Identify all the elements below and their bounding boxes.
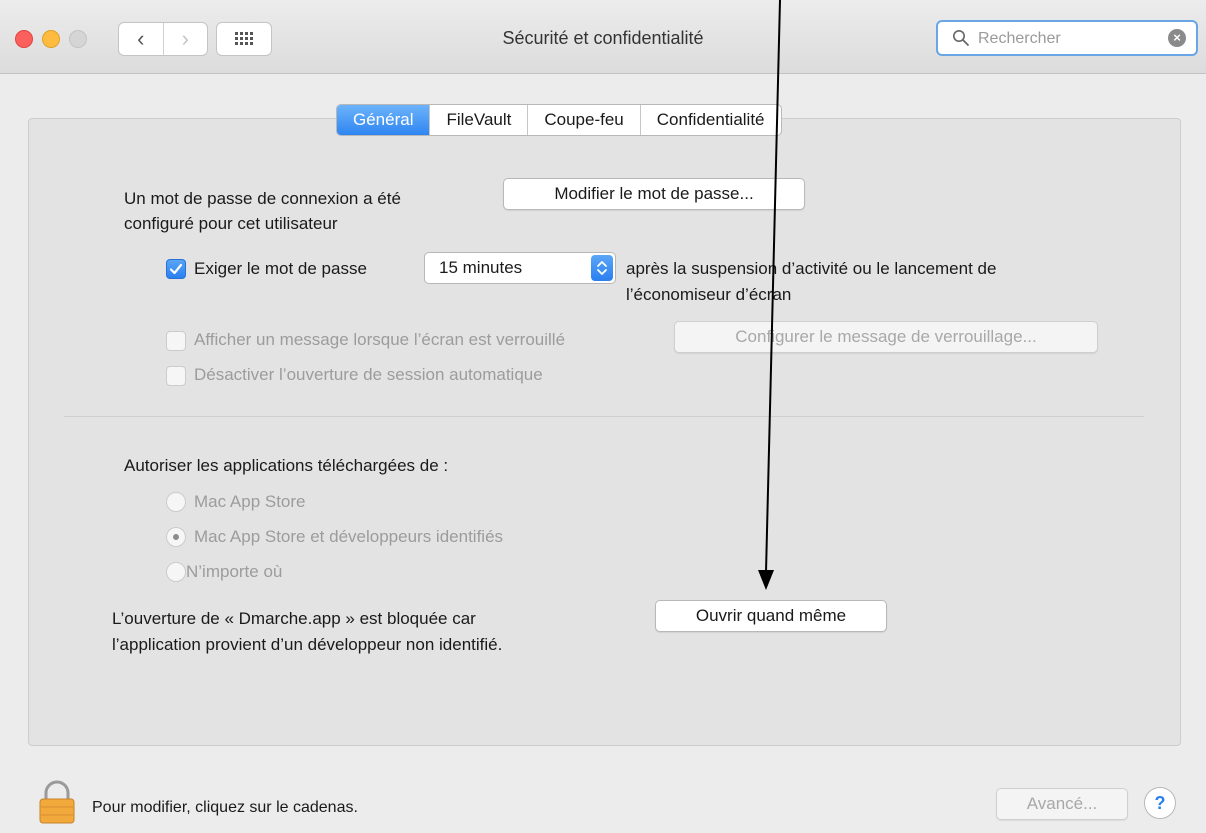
radio-mac-app-store-label: Mac App Store xyxy=(194,492,306,511)
search-input[interactable] xyxy=(978,28,1158,50)
radio-identified-developers[interactable] xyxy=(166,527,186,547)
advanced-button[interactable]: Avancé... xyxy=(996,788,1128,820)
tab-bar: Général FileVault Coupe-feu Confidential… xyxy=(336,104,782,136)
show-message-label: Afficher un message lorsque l’écran est … xyxy=(194,330,566,349)
radio-anywhere[interactable] xyxy=(166,562,186,582)
after-suspension-text-line1: après la suspension d’activité ou le lan… xyxy=(626,259,997,278)
password-delay-select[interactable]: 15 minutes xyxy=(424,252,616,284)
preferences-window: ‹ › Sécurité et confidentialité × xyxy=(0,0,1206,833)
clear-search-icon[interactable]: × xyxy=(1168,29,1186,47)
password-set-text-line1: Un mot de passe de connexion a été xyxy=(124,189,401,208)
allow-apps-heading: Autoriser les applications téléchargées … xyxy=(124,456,449,475)
radio-selected-dot xyxy=(173,534,179,540)
require-password-label: Exiger le mot de passe xyxy=(194,259,367,278)
title-bar: ‹ › Sécurité et confidentialité × xyxy=(0,0,1206,74)
tab-general[interactable]: Général xyxy=(337,105,430,135)
tab-filevault[interactable]: FileVault xyxy=(429,105,527,135)
radio-mac-app-store[interactable] xyxy=(166,492,186,512)
search-field[interactable]: × xyxy=(936,20,1198,56)
show-message-checkbox[interactable] xyxy=(166,331,186,351)
blocked-app-text-line1: L’ouverture de « Dmarche.app » est bloqu… xyxy=(112,609,476,628)
updown-chevron-icon xyxy=(591,255,613,281)
require-password-checkbox[interactable] xyxy=(166,259,186,279)
disable-auto-login-checkbox[interactable] xyxy=(166,366,186,386)
change-password-button[interactable]: Modifier le mot de passe... xyxy=(503,178,805,210)
radio-identified-developers-label: Mac App Store et développeurs identifiés xyxy=(194,527,504,546)
blocked-app-text-line2: l’application provient d’un développeur … xyxy=(112,635,503,654)
radio-anywhere-label: N’importe où xyxy=(186,562,283,581)
password-set-text-line2: configuré pour cet utilisateur xyxy=(124,214,338,233)
after-suspension-text-line2: l’économiseur d’écran xyxy=(626,285,792,304)
section-divider xyxy=(64,416,1144,417)
checkmark-icon xyxy=(169,263,183,275)
tab-privacy[interactable]: Confidentialité xyxy=(639,105,781,135)
search-icon xyxy=(953,30,969,46)
lock-icon[interactable] xyxy=(38,780,76,824)
lock-hint-text: Pour modifier, cliquez sur le cadenas. xyxy=(92,799,358,816)
help-button[interactable]: ? xyxy=(1144,787,1176,819)
set-lock-message-button[interactable]: Configurer le message de verrouillage... xyxy=(674,321,1098,353)
open-anyway-button[interactable]: Ouvrir quand même xyxy=(655,600,887,632)
tab-firewall[interactable]: Coupe-feu xyxy=(527,105,639,135)
disable-auto-login-label: Désactiver l’ouverture de session automa… xyxy=(194,365,543,384)
password-delay-value: 15 minutes xyxy=(439,258,523,277)
